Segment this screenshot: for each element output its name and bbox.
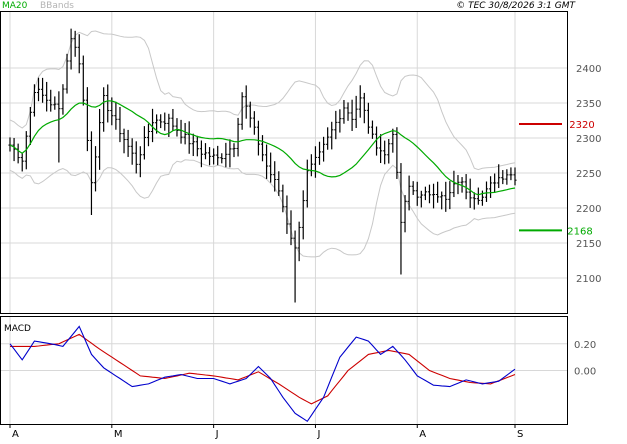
chart-root: 2100 2150 2200 2250 2300 2350 2400 0.20 0.00 A M J… xyxy=(0,0,627,440)
macd-y-tick: 0.00 xyxy=(574,367,596,378)
x-tick-label: J xyxy=(215,429,219,440)
chart-svg: 2100 2150 2200 2250 2300 2350 2400 0.20 0.00 A M J… xyxy=(0,1,601,440)
support-label: 2168 xyxy=(567,226,592,237)
price-y-tick: 2350 xyxy=(576,99,601,110)
y-tick-labels: 2100 2150 2200 2250 2300 2350 2400 0.20 0.00 xyxy=(574,64,601,378)
price-y-tick: 2200 xyxy=(576,204,601,215)
x-tick-label: S xyxy=(517,429,523,440)
x-tick-label: A xyxy=(419,429,426,440)
copyright-text: © TEC 30/8/2026 3:1 GMT xyxy=(456,1,576,11)
x-tick-label: J xyxy=(316,429,320,440)
macd-title: MACD xyxy=(4,324,31,334)
price-y-tick: 2150 xyxy=(576,239,601,250)
price-y-tick: 2250 xyxy=(576,169,601,180)
legend-bbands: BBands xyxy=(40,1,74,11)
legend-ma20: MA20 xyxy=(2,1,28,11)
resistance-label: 2320 xyxy=(569,120,594,131)
price-y-tick: 2400 xyxy=(576,64,601,75)
macd-y-tick: 0.20 xyxy=(574,340,596,351)
x-tick-label: A xyxy=(12,429,19,440)
price-y-tick: 2300 xyxy=(576,134,601,145)
x-tick-label: M xyxy=(114,429,123,440)
price-y-tick: 2100 xyxy=(576,274,601,285)
x-tick-labels: AMJJAS xyxy=(9,424,523,440)
price-panel-frame xyxy=(0,11,568,314)
